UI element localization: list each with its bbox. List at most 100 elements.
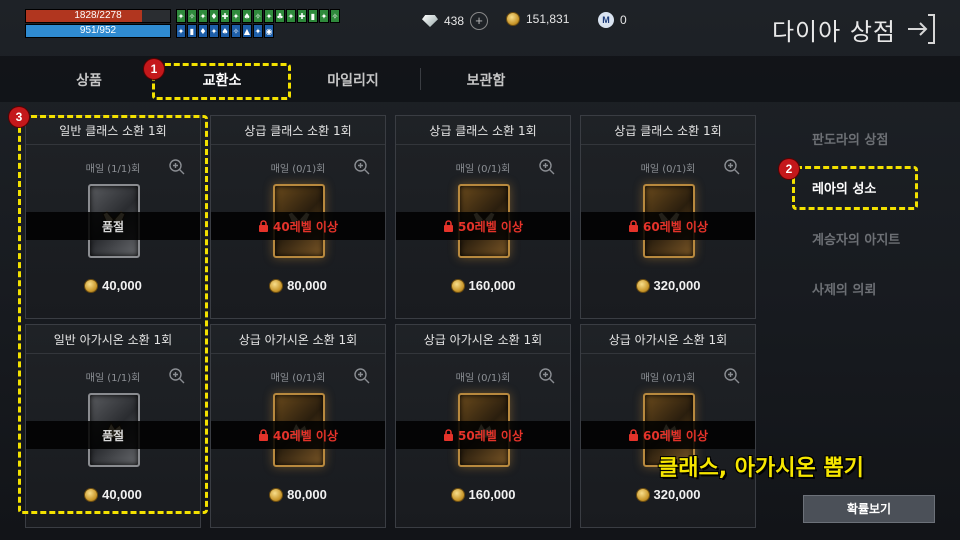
zoom-in-icon[interactable] [353, 158, 371, 176]
product-card[interactable]: 상급 클래스 소환 1회 매일 (0/1)회 40레벨 이상 80,000 [210, 115, 386, 319]
lock-icon [628, 429, 638, 441]
product-card[interactable]: 상급 아가시온 소환 1회 매일 (0/1)회 60레벨 이상 320,000 [580, 324, 756, 528]
status-text: 60레벨 이상 [642, 219, 709, 234]
highlight-rea-sanctuary [792, 166, 918, 210]
zoom-in-icon[interactable] [353, 367, 371, 385]
product-name: 상급 클래스 소환 1회 [614, 124, 722, 138]
side-item-pandora-shop[interactable]: 판도라의 상점 [812, 129, 888, 148]
product-name: 상급 아가시온 소환 1회 [608, 333, 728, 347]
price-value: 160,000 [468, 278, 516, 293]
buff-icon[interactable]: ✧ [330, 9, 340, 23]
buff-icon[interactable]: ✚ [297, 9, 307, 23]
caption-text: 클래스, 아가시온 뽑기 [658, 456, 864, 481]
buff-icon[interactable]: ♠ [220, 24, 230, 38]
tab-bar: 상품 교환소 마일리지 보관함 [0, 56, 960, 102]
product-name: 상급 클래스 소환 1회 [429, 124, 537, 138]
zoom-in-icon[interactable] [723, 158, 741, 176]
price: 160,000 [396, 278, 570, 293]
product-card[interactable]: 상급 클래스 소환 1회 매일 (0/1)회 50레벨 이상 160,000 [395, 115, 571, 319]
side-item-heir-hideout[interactable]: 계승자의 아지트 [812, 229, 900, 248]
mp-bar: 951/952 [25, 24, 171, 38]
divider [211, 144, 385, 145]
status-overlay: 40레벨 이상 [211, 421, 385, 449]
diamond-icon [422, 15, 438, 27]
buff-icon[interactable]: ✦ [209, 24, 219, 38]
product-card[interactable]: 상급 아가시온 소환 1회 매일 (0/1)회 40레벨 이상 80,000 [210, 324, 386, 528]
mileage-icon: M [598, 12, 614, 28]
zoom-in-icon[interactable] [723, 367, 741, 385]
gold-coin-icon [450, 487, 465, 502]
lock-icon [628, 220, 638, 232]
price: 320,000 [581, 487, 755, 502]
lock-icon [443, 220, 453, 232]
gold-amount: 151,831 [526, 12, 570, 26]
gold-coin-icon [506, 12, 520, 26]
buff-icon[interactable]: ✦ [264, 9, 274, 23]
buff-icon[interactable]: ✚ [220, 9, 230, 23]
diamond-shop-screen: 1828/2278 951/952 ✦ ✧ ✦ ♦ ✚ ✦ ♠ ✧ ✦ ♣ ✦ ✚ ▮ ✦ ✧ ✦ ▮ ♦ ✦ ♠ ✧… [0, 0, 960, 540]
divider [211, 353, 385, 354]
side-item-priest-request[interactable]: 사제의 의뢰 [812, 279, 876, 298]
divider [396, 353, 570, 354]
price-value: 160,000 [468, 487, 516, 502]
buff-icon[interactable]: ✦ [319, 9, 329, 23]
product-card[interactable]: 상급 클래스 소환 1회 매일 (0/1)회 60레벨 이상 320,000 [580, 115, 756, 319]
status-text: 40레벨 이상 [272, 428, 339, 443]
exit-icon[interactable] [906, 12, 936, 46]
price-value: 320,000 [653, 278, 701, 293]
price-value: 320,000 [653, 487, 701, 502]
buff-icon[interactable]: ▮ [308, 9, 318, 23]
lock-icon [258, 429, 268, 441]
buff-icon[interactable]: ♣ [275, 9, 285, 23]
buff-icon[interactable]: ✦ [198, 9, 208, 23]
probability-button[interactable]: 확률보기 [803, 495, 935, 523]
status-text: 40레벨 이상 [272, 219, 339, 234]
status-text: 50레벨 이상 [457, 219, 524, 234]
status-text: 60레벨 이상 [642, 428, 709, 443]
highlight-exchange-tab [152, 63, 291, 100]
price: 160,000 [396, 487, 570, 502]
badge-2: 2 [779, 159, 799, 179]
buff-icon[interactable]: ✦ [176, 9, 186, 23]
buff-icon[interactable]: ▲ [242, 24, 252, 38]
product-name: 상급 아가시온 소환 1회 [238, 333, 358, 347]
price: 320,000 [581, 278, 755, 293]
buff-icon[interactable]: ♦ [198, 24, 208, 38]
product-card[interactable]: 상급 아가시온 소환 1회 매일 (0/1)회 50레벨 이상 160,000 [395, 324, 571, 528]
price: 80,000 [211, 487, 385, 502]
buff-icon[interactable]: ✦ [231, 9, 241, 23]
buff-icon[interactable]: ♦ [209, 9, 219, 23]
highlight-normal-column [18, 115, 208, 514]
buff-icon[interactable]: ✧ [253, 9, 263, 23]
zoom-in-icon[interactable] [538, 367, 556, 385]
product-name: 상급 클래스 소환 1회 [244, 124, 352, 138]
zoom-in-icon[interactable] [538, 158, 556, 176]
buff-icons: ✦ ✧ ✦ ♦ ✚ ✦ ♠ ✧ ✦ ♣ ✦ ✚ ▮ ✦ ✧ ✦ ▮ ♦ ✦ ♠ ✧ ▲ ✦ ◉ [176, 9, 356, 39]
add-diamond-button[interactable]: + [470, 12, 489, 30]
divider [581, 144, 755, 145]
gold-coin-icon [450, 278, 465, 293]
status-overlay: 50레벨 이상 [396, 421, 570, 449]
buff-icon[interactable]: ◉ [264, 24, 274, 38]
lock-icon [443, 429, 453, 441]
buff-icon[interactable]: ✧ [231, 24, 241, 38]
price-value: 80,000 [287, 487, 327, 502]
status-text: 50레벨 이상 [457, 428, 524, 443]
tab-products[interactable]: 상품 [76, 70, 102, 90]
buff-icon[interactable]: ✦ [253, 24, 263, 38]
buff-icon[interactable]: ♠ [242, 9, 252, 23]
divider [581, 353, 755, 354]
buff-icon[interactable]: ✦ [176, 24, 186, 38]
buff-icon[interactable]: ✧ [187, 9, 197, 23]
status-overlay: 50레벨 이상 [396, 212, 570, 240]
buff-icon[interactable]: ▮ [187, 24, 197, 38]
status-overlay: 60레벨 이상 [581, 421, 755, 449]
buff-icon[interactable]: ✦ [286, 9, 296, 23]
diamond-amount: 438 [444, 14, 465, 28]
tab-storage[interactable]: 보관함 [467, 70, 506, 90]
tab-mileage[interactable]: 마일리지 [327, 70, 379, 90]
player-status: 1828/2278 951/952 [25, 9, 171, 39]
gold-coin-icon [635, 278, 650, 293]
status-overlay: 60레벨 이상 [581, 212, 755, 240]
tab-divider [420, 68, 421, 90]
